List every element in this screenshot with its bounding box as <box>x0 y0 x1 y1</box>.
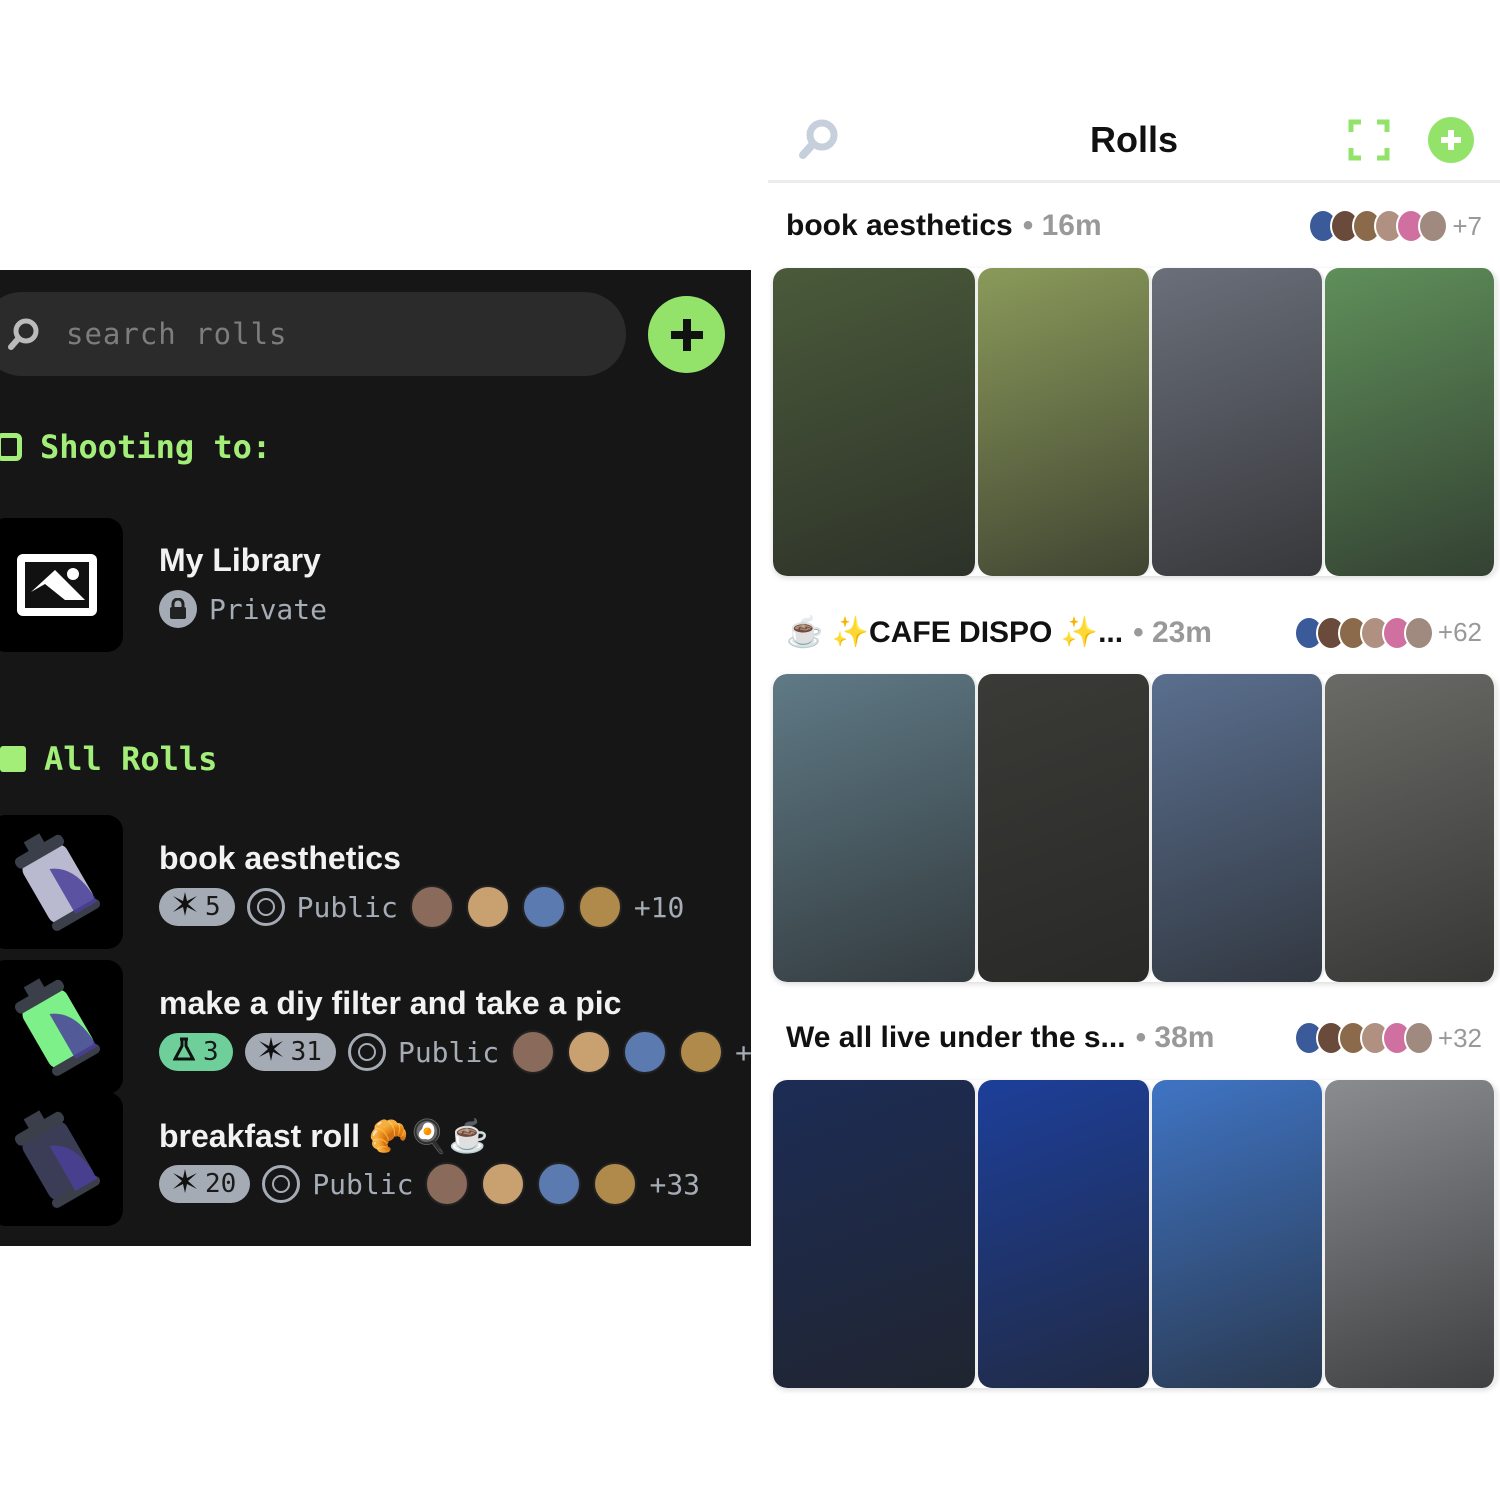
scan-icon[interactable] <box>1348 119 1390 166</box>
roll-title[interactable]: make a diy filter and take a pic <box>159 985 621 1022</box>
my-library-tile[interactable] <box>0 518 123 652</box>
plus-icon <box>1441 130 1461 150</box>
avatar <box>577 885 622 929</box>
camera-icon <box>0 433 22 461</box>
all-rolls-label: All Rolls <box>0 740 217 778</box>
avatar <box>623 1030 668 1074</box>
more-members-count: +10 <box>633 890 685 924</box>
sparkle-icon <box>258 1036 283 1068</box>
roll-photo[interactable] <box>1325 268 1497 576</box>
roll-meta: 5 Public +10 <box>159 885 684 929</box>
film-canister-icon <box>14 833 100 931</box>
search-icon <box>4 314 44 354</box>
globe-icon <box>246 888 285 926</box>
roll-section-header[interactable]: book aesthetics • 16m +7 <box>786 209 1482 243</box>
avatar <box>679 1030 724 1074</box>
roll-time: • 38m <box>1135 1021 1215 1054</box>
sparkle-icon <box>173 891 197 923</box>
roll-badge: 5 <box>159 888 235 926</box>
film-icon <box>0 746 26 772</box>
avatar <box>465 885 510 929</box>
roll-badge: 3 <box>159 1033 233 1071</box>
plus-icon <box>670 318 703 351</box>
more-members-count: +63 <box>735 1035 751 1069</box>
roll-photo[interactable] <box>978 1080 1152 1388</box>
roll-title: ☕ ✨CAFE DISPO ✨... <box>786 616 1124 649</box>
avatar <box>1403 1021 1434 1055</box>
add-roll-button[interactable] <box>1428 117 1474 163</box>
roll-badge: 31 <box>244 1033 336 1071</box>
member-avatars: +62 <box>1293 615 1482 650</box>
feed-header: Rolls <box>768 97 1500 183</box>
more-members-count: +7 <box>1452 210 1482 241</box>
roll-section-header[interactable]: ☕ ✨CAFE DISPO ✨... • 23m +62 <box>786 615 1482 650</box>
globe-icon <box>347 1033 386 1071</box>
film-canister-icon <box>14 978 100 1076</box>
globe-icon <box>262 1165 301 1203</box>
roll-photo[interactable] <box>773 674 978 982</box>
roll-title[interactable]: breakfast roll 🥐🍳☕ <box>159 1117 488 1155</box>
roll-title: book aesthetics <box>786 209 1013 242</box>
avatar <box>537 1162 582 1206</box>
avatar <box>593 1162 638 1206</box>
shooting-panel: Shooting to: My Library Private All Roll… <box>0 270 751 1246</box>
roll-photo[interactable] <box>773 1080 978 1388</box>
avatar <box>1418 209 1449 243</box>
avatar <box>511 1030 556 1074</box>
roll-title: We all live under the s... <box>786 1021 1126 1054</box>
flask-icon <box>172 1037 196 1068</box>
roll-photo[interactable] <box>1152 1080 1325 1388</box>
avatar <box>481 1162 526 1206</box>
avatar <box>567 1030 612 1074</box>
roll-photo[interactable] <box>978 674 1152 982</box>
member-avatars: +32 <box>1293 1021 1482 1055</box>
roll-thumbnail[interactable] <box>0 815 123 949</box>
roll-photo[interactable] <box>978 268 1152 576</box>
library-title: My Library <box>159 542 321 578</box>
roll-photo[interactable] <box>1325 1080 1497 1388</box>
roll-photo-strip[interactable] <box>773 1080 1497 1388</box>
roll-photo-strip[interactable] <box>773 268 1497 576</box>
roll-photo[interactable] <box>1325 674 1497 982</box>
member-avatars: +7 <box>1308 209 1482 243</box>
roll-meta: 20 Public +33 <box>159 1162 700 1206</box>
avatar <box>1403 615 1434 650</box>
avatar <box>521 885 566 929</box>
roll-time: • 23m <box>1133 615 1212 649</box>
library-privacy: Private <box>159 590 327 628</box>
avatar <box>425 1162 470 1206</box>
roll-photo-strip[interactable] <box>773 674 1497 982</box>
more-members-count: +32 <box>1437 1022 1482 1053</box>
roll-title[interactable]: book aesthetics <box>159 840 401 877</box>
page-title: Rolls <box>1089 119 1178 160</box>
more-members-count: +62 <box>1437 617 1482 647</box>
rolls-feed: Rolls book aesthetics • 16m +7 ☕ ✨CAFE D… <box>768 97 1500 1397</box>
search-bar[interactable] <box>0 292 626 376</box>
roll-privacy: Public <box>397 1035 500 1069</box>
roll-badge: 20 <box>159 1165 251 1203</box>
avatar <box>409 885 454 929</box>
sparkle-icon <box>173 1168 197 1200</box>
library-icon <box>16 554 97 616</box>
roll-thumbnail[interactable] <box>0 960 123 1094</box>
roll-privacy: Public <box>312 1167 414 1201</box>
shooting-to-label: Shooting to: <box>0 428 271 466</box>
search-input[interactable] <box>66 317 566 351</box>
roll-meta: 3 31 Public +63 <box>159 1030 751 1074</box>
roll-photo[interactable] <box>773 268 978 576</box>
roll-privacy: Public <box>296 890 398 924</box>
roll-time: • 16m <box>1022 209 1102 242</box>
roll-section-header[interactable]: We all live under the s... • 38m +32 <box>786 1021 1482 1055</box>
lock-icon <box>159 590 197 628</box>
roll-photo[interactable] <box>1152 674 1325 982</box>
add-roll-button[interactable] <box>648 296 725 373</box>
more-members-count: +33 <box>649 1167 701 1201</box>
roll-thumbnail[interactable] <box>0 1092 123 1226</box>
roll-photo[interactable] <box>1152 268 1325 576</box>
film-canister-icon <box>14 1110 100 1208</box>
